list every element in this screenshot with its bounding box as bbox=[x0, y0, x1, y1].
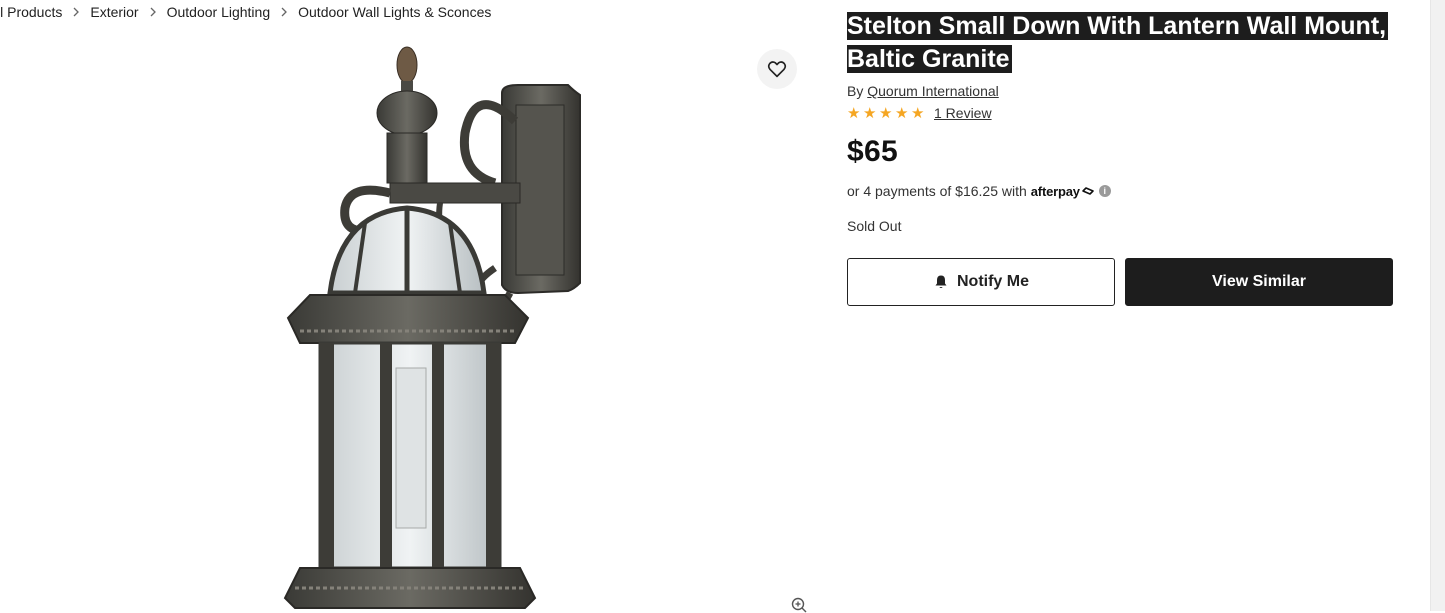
brand-line: By Quorum International bbox=[847, 83, 1407, 99]
brand-prefix: By bbox=[847, 83, 864, 99]
notify-me-button[interactable]: Notify Me bbox=[847, 258, 1115, 306]
star-icon: ★ bbox=[879, 104, 893, 122]
breadcrumb-outdoor-wall-lights[interactable]: Outdoor Wall Lights & Sconces bbox=[298, 4, 491, 20]
breadcrumb: ll Products Exterior Outdoor Lighting Ou… bbox=[0, 4, 491, 20]
favorite-button[interactable] bbox=[757, 49, 797, 89]
page-scrollbar[interactable] bbox=[1430, 0, 1445, 611]
star-icon: ★ bbox=[911, 104, 925, 122]
chevron-right-icon bbox=[278, 6, 290, 18]
breadcrumb-outdoor-lighting[interactable]: Outdoor Lighting bbox=[167, 4, 271, 20]
installments-text: or 4 payments of $16.25 with bbox=[847, 183, 1027, 199]
heart-icon bbox=[767, 61, 787, 78]
product-image[interactable] bbox=[270, 43, 600, 613]
info-icon[interactable]: i bbox=[1098, 185, 1111, 197]
notify-me-label: Notify Me bbox=[957, 273, 1029, 290]
stock-status: Sold Out bbox=[847, 218, 902, 234]
purchase-actions: Notify Me View Similar bbox=[847, 258, 1393, 306]
afterpay-installments: or 4 payments of $16.25 with afterpay i bbox=[847, 183, 1407, 199]
product-title-text: Stelton Small Down With Lantern Wall Mou… bbox=[847, 12, 1389, 73]
product-image-gallery[interactable] bbox=[0, 35, 820, 613]
star-icon: ★ bbox=[895, 104, 909, 122]
brand-link[interactable]: Quorum International bbox=[867, 83, 999, 99]
afterpay-mark-icon bbox=[1081, 187, 1094, 195]
breadcrumb-exterior[interactable]: Exterior bbox=[90, 4, 138, 20]
afterpay-logo: afterpay bbox=[1030, 183, 1080, 199]
chevron-right-icon bbox=[70, 6, 82, 18]
reviews-link[interactable]: 1 Review bbox=[934, 105, 992, 121]
view-similar-label: View Similar bbox=[1212, 273, 1306, 290]
star-icon: ★ bbox=[847, 104, 861, 122]
chevron-right-icon bbox=[147, 6, 159, 18]
star-rating: ★ ★ ★ ★ ★ bbox=[847, 106, 926, 121]
rating-row: ★ ★ ★ ★ ★ 1 Review bbox=[847, 105, 1407, 121]
star-icon: ★ bbox=[863, 104, 877, 122]
product-details: Stelton Small Down With Lantern Wall Mou… bbox=[847, 10, 1407, 234]
breadcrumb-all-products[interactable]: ll Products bbox=[0, 4, 62, 20]
product-title: Stelton Small Down With Lantern Wall Mou… bbox=[847, 10, 1407, 76]
bell-icon bbox=[935, 275, 947, 288]
product-price: $65 bbox=[847, 135, 898, 168]
view-similar-button[interactable]: View Similar bbox=[1125, 258, 1393, 306]
